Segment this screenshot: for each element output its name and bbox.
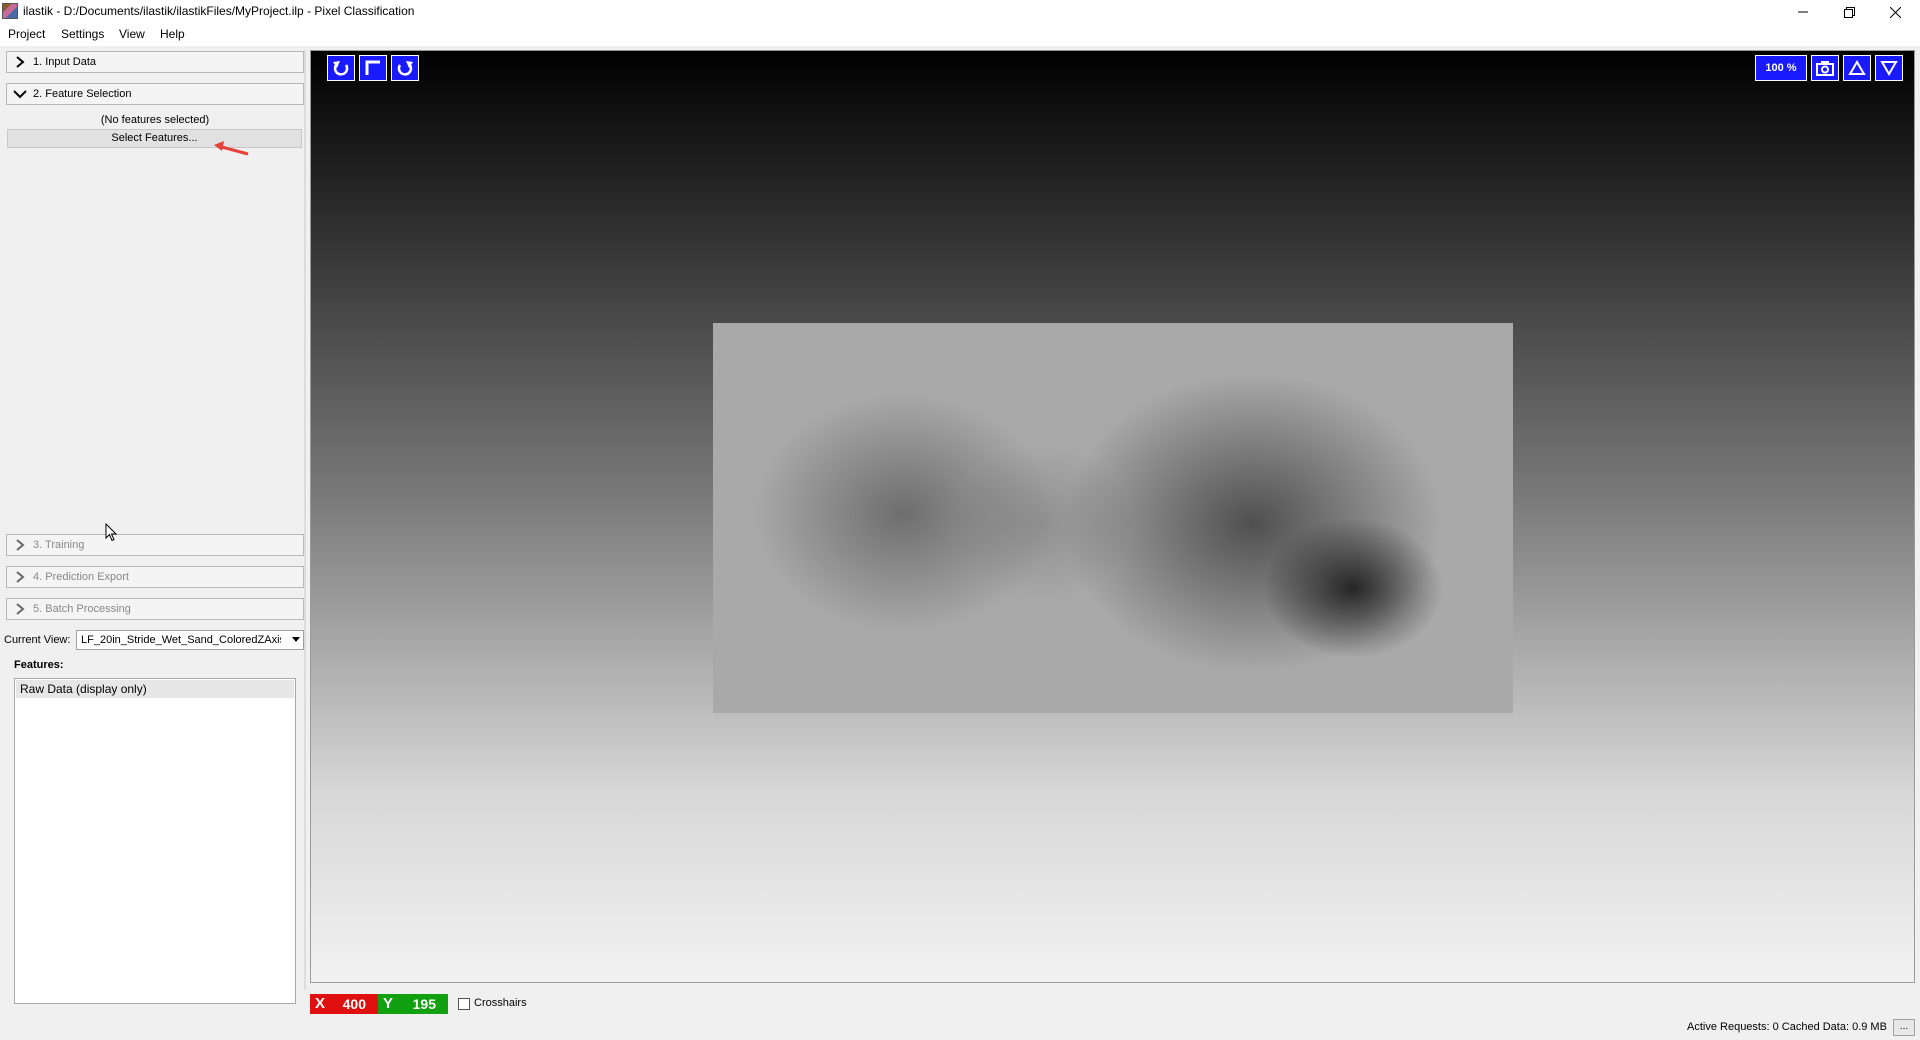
x-value: 400: [342, 996, 366, 1012]
section-feature-selection[interactable]: 2. Feature Selection: [6, 83, 304, 105]
chevron-down-icon: [13, 90, 27, 99]
restore-icon: [1843, 6, 1855, 18]
list-item[interactable]: Raw Data (display only): [16, 680, 294, 698]
current-view-value: LF_20in_Stride_Wet_Sand_ColoredZAxis_S: [81, 634, 281, 646]
status-text: Active Requests: 0 Cached Data: 0.9 MB: [1687, 1021, 1887, 1033]
current-view-label: Current View:: [4, 634, 71, 646]
current-view-dropdown[interactable]: LF_20in_Stride_Wet_Sand_ColoredZAxis_S: [76, 630, 304, 650]
window-title: ilastik - D:/Documents/ilastik/ilastikFi…: [23, 4, 415, 18]
section-prediction-export[interactable]: 4. Prediction Export: [6, 566, 304, 588]
chevron-right-icon: [16, 539, 25, 551]
section-label: 1. Input Data: [33, 56, 96, 68]
triangle-down-icon: [1880, 61, 1898, 76]
square-icon: [365, 60, 380, 75]
menu-project[interactable]: Project: [8, 27, 45, 41]
restore-button[interactable]: [1826, 0, 1872, 24]
close-icon: [1889, 6, 1901, 18]
x-coordinate: X 400: [310, 994, 378, 1014]
no-features-status: (No features selected): [100, 114, 210, 126]
undo-icon: [333, 61, 349, 76]
crosshairs-checkbox[interactable]: [458, 998, 470, 1010]
chevron-right-icon: [16, 603, 25, 615]
section-label: 4. Prediction Export: [33, 571, 129, 583]
menu-help[interactable]: Help: [160, 27, 185, 41]
chevron-right-icon: [16, 571, 25, 583]
close-button[interactable]: [1872, 0, 1918, 24]
section-label: 2. Feature Selection: [33, 88, 132, 100]
features-label: Features:: [14, 659, 64, 671]
slice-down-button[interactable]: [1875, 55, 1903, 81]
crosshairs-label: Crosshairs: [474, 997, 527, 1009]
camera-icon: [1816, 61, 1834, 76]
menu-settings[interactable]: Settings: [61, 27, 104, 41]
features-list[interactable]: Raw Data (display only): [14, 678, 296, 1004]
select-features-button[interactable]: Select Features...: [7, 129, 302, 148]
rotate-right-button[interactable]: [391, 55, 419, 81]
footprint-image[interactable]: [713, 323, 1513, 713]
ilastik-app-icon: [2, 3, 18, 19]
zoom-level-button[interactable]: 100 %: [1755, 55, 1807, 81]
y-value: 195: [412, 996, 436, 1012]
section-batch-processing[interactable]: 5. Batch Processing: [6, 598, 304, 620]
red-arrow-annotation: [214, 141, 249, 156]
section-input-data[interactable]: 1. Input Data: [6, 51, 304, 73]
slice-up-button[interactable]: [1843, 55, 1871, 81]
y-label: Y: [383, 995, 394, 1012]
x-label: X: [315, 995, 326, 1012]
y-coordinate: Y 195: [378, 994, 448, 1014]
menu-view[interactable]: View: [119, 27, 145, 41]
panel-splitter[interactable]: [304, 50, 306, 990]
rotate-left-button[interactable]: [327, 55, 355, 81]
chevron-right-icon: [16, 56, 25, 68]
dropdown-arrow-icon: [292, 637, 300, 642]
triangle-up-icon: [1848, 60, 1866, 75]
screenshot-button[interactable]: [1811, 55, 1839, 81]
section-training[interactable]: 3. Training: [6, 534, 304, 556]
status-more-button[interactable]: ...: [1893, 1019, 1915, 1036]
menu-bar: Project Settings View Help: [0, 24, 1920, 46]
reset-view-button[interactable]: [359, 55, 387, 81]
section-label: 3. Training: [33, 539, 85, 551]
title-bar: ilastik - D:/Documents/ilastik/ilastikFi…: [0, 0, 1920, 24]
redo-icon: [397, 61, 413, 76]
image-viewer[interactable]: 100 %: [310, 50, 1915, 983]
minimize-button[interactable]: [1780, 0, 1826, 24]
section-label: 5. Batch Processing: [33, 603, 131, 615]
mouse-cursor-icon: [105, 523, 118, 542]
minimize-icon: [1798, 11, 1808, 13]
